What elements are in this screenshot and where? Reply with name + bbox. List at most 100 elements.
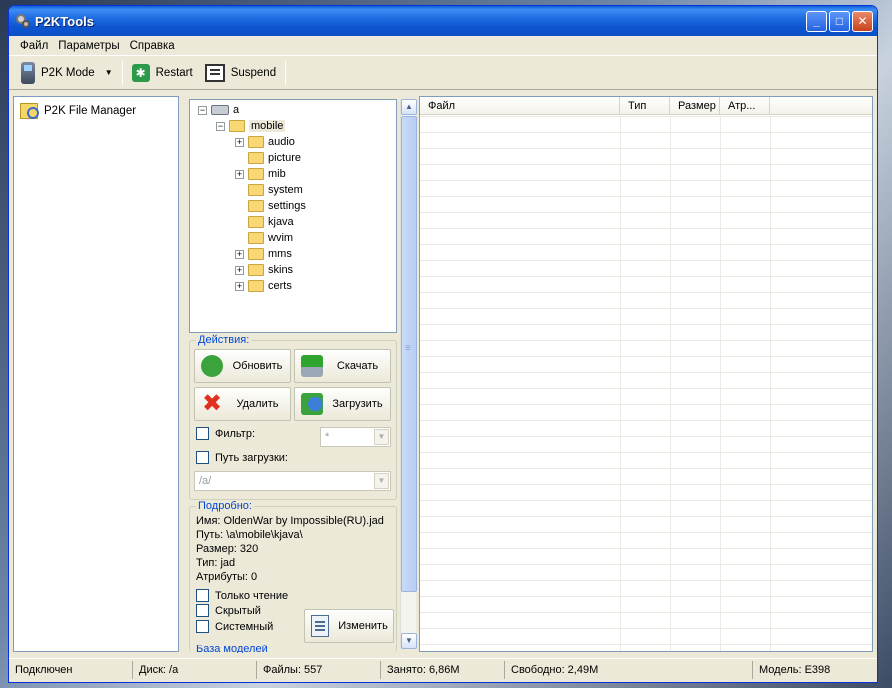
expand-icon[interactable]: + bbox=[235, 137, 244, 147]
delete-button[interactable]: ✖ Удалить bbox=[194, 387, 291, 421]
tree-label: a bbox=[233, 104, 240, 116]
system-row[interactable]: Системный bbox=[196, 620, 273, 633]
detail-path: Путь: \a\mobile\kjava\ bbox=[196, 529, 303, 541]
tree-node-mobile[interactable]: − mobile bbox=[216, 118, 286, 134]
filter-select[interactable]: * ▼ bbox=[320, 427, 391, 447]
java-folder-icon bbox=[248, 216, 264, 228]
tree-node-system[interactable]: system bbox=[248, 182, 303, 198]
menu-file[interactable]: Файл bbox=[15, 40, 53, 52]
tree-node-root[interactable]: − a bbox=[198, 102, 239, 118]
system-checkbox[interactable] bbox=[196, 620, 209, 633]
collapse-icon[interactable]: − bbox=[216, 121, 225, 131]
status-connection: Подключен bbox=[9, 660, 133, 679]
status-used: Занято: 6,86M bbox=[381, 660, 505, 679]
edit-button[interactable]: Изменить bbox=[304, 609, 394, 643]
scroll-thumb[interactable] bbox=[401, 116, 417, 592]
toolbar-separator bbox=[121, 60, 123, 85]
models-section-title: База моделей bbox=[196, 645, 268, 653]
filter-row[interactable]: Фильтр: bbox=[196, 427, 255, 440]
column-type[interactable]: Тип bbox=[620, 97, 670, 114]
tree-label: picture bbox=[268, 152, 302, 164]
upload-path-select[interactable]: /a/ ▼ bbox=[194, 471, 391, 491]
tree-node-mib[interactable]: + mib bbox=[235, 166, 286, 182]
toolbar-separator bbox=[285, 60, 287, 85]
expand-icon[interactable]: + bbox=[235, 169, 244, 179]
column-attributes[interactable]: Атр... bbox=[720, 97, 770, 114]
status-files: Файлы: 557 bbox=[257, 660, 381, 679]
menu-bar: Файл Параметры Справка bbox=[9, 36, 877, 56]
suspend-button[interactable]: Suspend bbox=[199, 59, 282, 87]
chevron-down-icon[interactable]: ▼ bbox=[374, 429, 389, 445]
window-title: P2KTools bbox=[35, 13, 94, 29]
file-list-rows[interactable] bbox=[420, 116, 872, 651]
detail-attributes: Атрибуты: 0 bbox=[196, 571, 258, 583]
document-icon bbox=[311, 615, 329, 637]
restart-icon: ✱ bbox=[131, 63, 150, 82]
tree-node-skins[interactable]: + skins bbox=[235, 262, 293, 278]
tree-node-audio[interactable]: + audio bbox=[235, 134, 295, 150]
main-window: P2KTools _ □ ✕ Файл Параметры Справка P2… bbox=[8, 5, 878, 683]
expand-icon[interactable]: + bbox=[235, 281, 244, 291]
column-size[interactable]: Размер bbox=[670, 97, 720, 114]
tree-label: system bbox=[268, 184, 303, 196]
folder-tree: − a − mobile + audio picture + mib syste… bbox=[189, 99, 397, 333]
folder-icon bbox=[248, 248, 264, 260]
folder-icon bbox=[248, 168, 264, 180]
readonly-checkbox[interactable] bbox=[196, 589, 209, 602]
restart-button[interactable]: ✱ Restart bbox=[126, 59, 199, 87]
tree-label: settings bbox=[268, 200, 306, 212]
maximize-button[interactable]: □ bbox=[829, 10, 850, 32]
tree-label: wvim bbox=[268, 232, 294, 244]
status-bar: Подключен Диск: /a Файлы: 557 Занято: 6,… bbox=[9, 658, 877, 680]
phone-icon bbox=[21, 61, 35, 84]
upload-button[interactable]: Загрузить bbox=[294, 387, 391, 421]
filter-value: * bbox=[325, 431, 330, 443]
expand-icon[interactable]: + bbox=[235, 249, 244, 259]
tree-label: kjava bbox=[268, 216, 294, 228]
title-bar[interactable]: P2KTools _ □ ✕ bbox=[9, 6, 877, 36]
tree-node-kjava[interactable]: kjava bbox=[248, 214, 294, 230]
readonly-row[interactable]: Только чтение bbox=[196, 589, 288, 602]
upload-label: Загрузить bbox=[332, 398, 383, 410]
hidden-row[interactable]: Скрытый bbox=[196, 604, 261, 617]
menu-parameters[interactable]: Параметры bbox=[53, 40, 124, 52]
status-disk: Диск: /a bbox=[133, 660, 257, 679]
middle-scrollbar[interactable]: ▲ ▼ bbox=[400, 99, 417, 649]
refresh-button[interactable]: Обновить bbox=[194, 349, 291, 383]
tree-label: mib bbox=[268, 168, 286, 180]
scroll-down-icon[interactable]: ▼ bbox=[401, 633, 417, 649]
nav-item-file-manager[interactable]: P2K File Manager bbox=[14, 97, 178, 125]
status-free: Свободно: 2,49M bbox=[505, 660, 753, 679]
p2k-mode-label: P2K Mode bbox=[41, 66, 95, 79]
filter-checkbox[interactable] bbox=[196, 427, 209, 440]
hidden-checkbox[interactable] bbox=[196, 604, 209, 617]
menu-help[interactable]: Справка bbox=[125, 40, 180, 52]
download-button[interactable]: Скачать bbox=[294, 349, 391, 383]
tree-node-settings[interactable]: settings bbox=[248, 198, 306, 214]
detail-type: Тип: jad bbox=[196, 557, 236, 569]
folder-icon bbox=[248, 152, 264, 164]
folder-open-icon bbox=[229, 120, 245, 132]
dropdown-arrow-icon[interactable]: ▼ bbox=[105, 68, 113, 77]
suspend-icon bbox=[204, 63, 225, 82]
tree-node-certs[interactable]: + certs bbox=[235, 278, 292, 294]
toolbar: P2K Mode ▼ ✱ Restart Suspend bbox=[9, 56, 877, 90]
upload-path-checkbox[interactable] bbox=[196, 451, 209, 464]
tree-node-mms[interactable]: + mms bbox=[235, 246, 292, 262]
collapse-icon[interactable]: − bbox=[198, 105, 207, 115]
upload-path-row[interactable]: Путь загрузки: bbox=[196, 451, 288, 464]
p2k-mode-button[interactable]: P2K Mode ▼ bbox=[15, 59, 119, 87]
detail-name: Имя: OldenWar by Impossible(RU).jad bbox=[196, 515, 384, 527]
chevron-down-icon[interactable]: ▼ bbox=[374, 473, 389, 489]
tree-node-picture[interactable]: picture bbox=[248, 150, 301, 166]
tree-node-wvim[interactable]: wvim bbox=[248, 230, 293, 246]
minimize-button[interactable]: _ bbox=[806, 10, 827, 32]
scroll-up-icon[interactable]: ▲ bbox=[401, 99, 417, 115]
expand-icon[interactable]: + bbox=[235, 265, 244, 275]
details-title: Подробно: bbox=[196, 500, 254, 512]
tree-label: mms bbox=[268, 248, 292, 260]
delete-icon: ✖ bbox=[201, 390, 223, 417]
tree-label: certs bbox=[268, 280, 292, 292]
column-file[interactable]: Файл bbox=[420, 97, 620, 114]
close-button[interactable]: ✕ bbox=[852, 10, 873, 32]
